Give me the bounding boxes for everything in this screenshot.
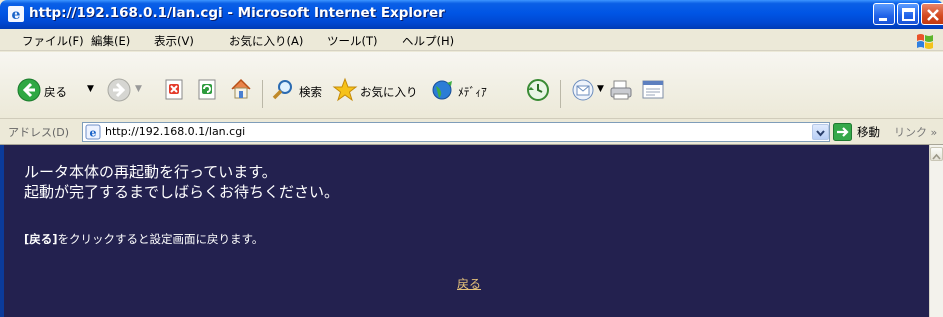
chevron-down-icon <box>816 130 825 137</box>
back-instruction-bold: [戻る] <box>24 232 58 246</box>
menu-edit[interactable]: 編集(E) <box>91 33 130 49</box>
vertical-scrollbar[interactable] <box>929 145 943 317</box>
toolbar-separator <box>262 80 263 108</box>
media-label: ﾒﾃﾞｨｱ <box>458 85 487 99</box>
history-button[interactable] <box>526 78 550 106</box>
edit-button[interactable] <box>641 79 665 105</box>
address-input[interactable]: e http://192.168.0.1/lan.cgi <box>82 122 830 142</box>
home-icon <box>231 78 251 99</box>
back-label: 戻る <box>44 85 67 99</box>
address-bar: アドレス(D) e http://192.168.0.1/lan.cgi 移動 … <box>0 119 943 145</box>
refresh-button[interactable] <box>197 79 219 105</box>
window-title: http://192.168.0.1/lan.cgi - Microsoft I… <box>29 5 445 21</box>
scroll-up-arrow-icon <box>932 153 941 160</box>
search-button[interactable] <box>271 78 295 106</box>
menu-help[interactable]: ヘルプ(H) <box>402 33 454 49</box>
restart-message-line1: ルータ本体の再起動を行っています。 <box>24 163 277 181</box>
favorites-label: お気に入り <box>360 85 418 99</box>
minimize-button[interactable] <box>873 3 895 25</box>
internet-explorer-icon: e <box>8 6 24 23</box>
menu-favorites[interactable]: お気に入り(A) <box>229 33 303 49</box>
forward-button[interactable] <box>107 78 131 106</box>
back-button[interactable] <box>17 78 41 106</box>
media-button[interactable] <box>431 78 455 106</box>
forward-arrow-icon <box>107 78 131 102</box>
mail-dropdown-icon[interactable]: ▼ <box>597 84 604 94</box>
go-button[interactable] <box>833 123 852 141</box>
back-instruction: [戻る]をクリックすると設定画面に戻ります。 <box>24 231 263 247</box>
favorites-button[interactable] <box>332 77 358 107</box>
star-icon <box>332 77 358 102</box>
menu-bar: ファイル(F) 編集(E) 表示(V) お気に入り(A) ツール(T) ヘルプ(… <box>0 29 943 51</box>
home-button[interactable] <box>229 77 253 105</box>
search-label: 検索 <box>299 85 322 99</box>
mail-icon <box>572 79 594 101</box>
toolbar-separator <box>560 80 561 108</box>
scroll-up-button[interactable] <box>930 147 943 161</box>
go-arrow-icon <box>833 123 852 141</box>
svg-text:e: e <box>12 7 21 23</box>
close-button[interactable] <box>921 3 943 25</box>
media-globe-icon <box>432 80 452 100</box>
forward-dropdown-icon[interactable]: ▼ <box>135 84 142 94</box>
stop-icon <box>165 79 183 100</box>
back-link[interactable]: 戻る <box>457 275 481 292</box>
back-instruction-text: をクリックすると設定画面に戻ります。 <box>57 232 264 246</box>
links-button[interactable]: リンク » <box>894 124 937 140</box>
toolbar: 戻る ▼ ▼ 検索 お気に入り ﾒﾃﾞｨｱ ▼ <box>0 52 943 119</box>
page-content: ルータ本体の再起動を行っています。 起動が完了するまでしばらくお待ちください。 … <box>0 145 929 317</box>
menu-file[interactable]: ファイル(F) <box>22 33 84 49</box>
menu-tools[interactable]: ツール(T) <box>327 33 378 49</box>
maximize-button[interactable] <box>897 3 919 25</box>
search-icon <box>272 80 292 100</box>
refresh-icon <box>198 79 216 100</box>
back-arrow-icon <box>17 78 41 102</box>
address-dropdown-button[interactable] <box>812 124 829 140</box>
svg-text:e: e <box>90 127 97 140</box>
printer-icon <box>610 80 632 100</box>
close-icon <box>927 9 939 21</box>
stop-button[interactable] <box>164 79 186 105</box>
page-icon: e <box>85 124 101 140</box>
title-bar: e http://192.168.0.1/lan.cgi - Microsoft… <box>0 0 943 29</box>
restart-message-line2: 起動が完了するまでしばらくお待ちください。 <box>24 183 340 201</box>
minimize-icon <box>879 18 887 21</box>
address-label: アドレス(D) <box>8 126 70 139</box>
windows-logo-icon <box>917 34 933 49</box>
history-icon <box>527 79 549 101</box>
maximize-icon <box>902 8 915 21</box>
edit-page-icon <box>642 80 664 99</box>
print-button[interactable] <box>609 78 633 106</box>
address-url: http://192.168.0.1/lan.cgi <box>105 125 246 138</box>
mail-button[interactable] <box>571 78 595 106</box>
go-label[interactable]: 移動 <box>857 124 880 140</box>
back-dropdown-icon[interactable]: ▼ <box>87 84 94 94</box>
menu-view[interactable]: 表示(V) <box>154 33 194 49</box>
